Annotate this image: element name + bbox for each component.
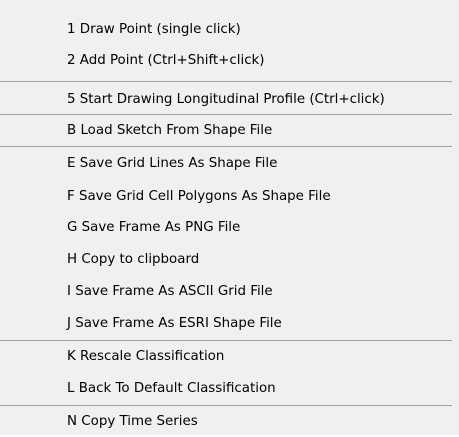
- menu-separator: [0, 405, 452, 406]
- menu-item-save-frame-png[interactable]: G Save Frame As PNG File: [0, 213, 452, 243]
- menu-separator: [0, 81, 452, 82]
- menu-item-save-frame-esri-shape[interactable]: J Save Frame As ESRI Shape File: [0, 309, 452, 339]
- menu-item-draw-point[interactable]: 1 Draw Point (single click): [0, 15, 452, 45]
- menu-separator: [0, 340, 452, 341]
- context-menu: 1 Draw Point (single click) 2 Add Point …: [0, 0, 459, 435]
- menu-item-rescale-classification[interactable]: K Rescale Classification: [0, 342, 452, 372]
- menu-item-save-frame-ascii-grid[interactable]: I Save Frame As ASCII Grid File: [0, 277, 452, 307]
- menu-separator: [0, 146, 452, 147]
- menu-item-save-grid-lines[interactable]: E Save Grid Lines As Shape File: [0, 149, 452, 179]
- menu-item-start-longitudinal-profile[interactable]: 5 Start Drawing Longitudinal Profile (Ct…: [0, 85, 452, 115]
- menu-item-copy-time-series[interactable]: N Copy Time Series: [0, 407, 452, 437]
- menu-item-add-point[interactable]: 2 Add Point (Ctrl+Shift+click): [0, 46, 452, 76]
- menu-item-copy-clipboard[interactable]: H Copy to clipboard: [0, 245, 452, 275]
- menu-item-save-grid-cell-polygons[interactable]: F Save Grid Cell Polygons As Shape File: [0, 182, 452, 212]
- menu-item-default-classification[interactable]: L Back To Default Classification: [0, 374, 452, 404]
- menu-item-load-sketch[interactable]: B Load Sketch From Shape File: [0, 116, 452, 146]
- menu-separator: [0, 114, 452, 115]
